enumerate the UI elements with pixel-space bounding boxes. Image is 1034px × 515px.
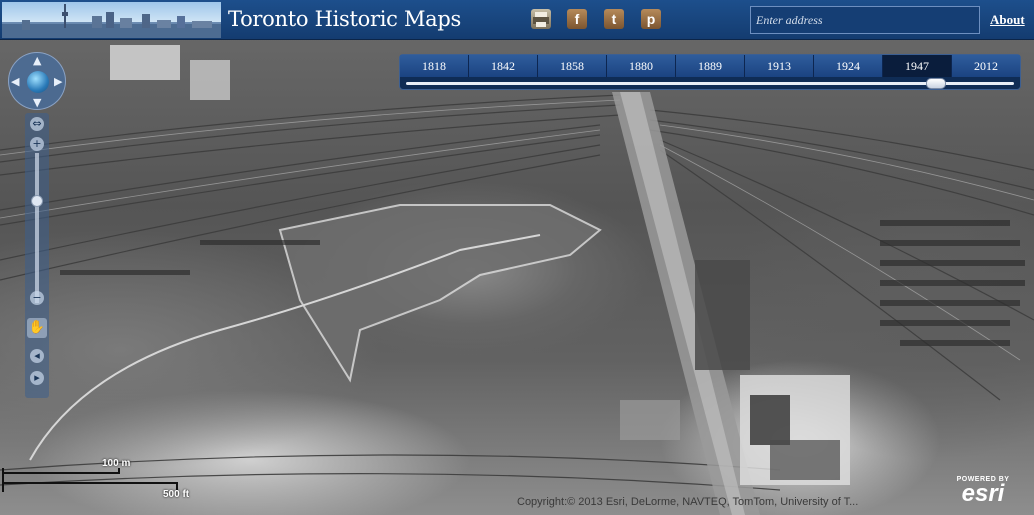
previous-extent-icon[interactable]: ◂ [30, 349, 44, 363]
scale-metric-line [2, 472, 120, 474]
year-tab-2012[interactable]: 2012 [952, 55, 1020, 77]
about-link[interactable]: About [990, 12, 1025, 28]
scale-bar: 100 m 500 ft [0, 458, 200, 503]
esri-brand: esri [961, 480, 1005, 507]
year-timeline: 1818 1842 1858 1880 1889 1913 1924 1947 … [399, 54, 1021, 90]
twitter-icon[interactable]: t [604, 9, 624, 29]
hand-pan-icon[interactable]: ✋ [27, 318, 47, 338]
timeline-slider-track[interactable] [406, 82, 1014, 85]
pan-left-icon[interactable]: ◀ [11, 75, 19, 88]
year-tab-1889[interactable]: 1889 [676, 55, 745, 77]
year-tab-1842[interactable]: 1842 [469, 55, 538, 77]
year-tab-1913[interactable]: 1913 [745, 55, 814, 77]
pinterest-icon[interactable]: p [641, 9, 661, 29]
printer-glyph [533, 12, 549, 27]
zoom-handle[interactable] [31, 195, 43, 207]
skyline-logo [2, 2, 221, 38]
globe-icon[interactable] [27, 71, 49, 93]
year-tab-1818[interactable]: 1818 [400, 55, 469, 77]
address-search-input[interactable] [750, 6, 980, 34]
pan-down-icon[interactable]: ▼ [33, 96, 41, 109]
facebook-icon[interactable]: f [567, 9, 587, 29]
scale-tick-left [2, 468, 4, 492]
scale-metric-label: 100 m [102, 458, 131, 469]
page-title: Toronto Historic Maps [228, 7, 462, 31]
scale-imperial-line [2, 482, 178, 484]
pan-right-icon[interactable]: ▶ [54, 75, 62, 88]
skyline-graphic [2, 4, 221, 38]
pan-up-icon[interactable]: ▲ [33, 54, 41, 67]
scale-imperial-label: 500 ft [163, 489, 190, 500]
year-tab-1924[interactable]: 1924 [814, 55, 883, 77]
zoom-rail[interactable] [35, 153, 39, 303]
scale-tick-metric [118, 468, 120, 474]
year-tab-1858[interactable]: 1858 [538, 55, 607, 77]
pan-control[interactable]: ▲ ▼ ◀ ▶ [8, 52, 66, 110]
zoom-plus-icon[interactable]: + [30, 137, 44, 151]
year-tab-1880[interactable]: 1880 [607, 55, 676, 77]
zoom-in-icon[interactable]: ⇔ [30, 117, 44, 131]
app-header: Toronto Historic Maps f t p About [0, 0, 1034, 40]
esri-logo[interactable]: POWERED BY esri [943, 476, 1023, 510]
copyright-text: Copyright:© 2013 Esri, DeLorme, NAVTEQ, … [517, 496, 859, 508]
timeline-slider-handle[interactable] [926, 78, 946, 89]
zoom-slider[interactable]: ⇔ + − ✋ ◂ ▸ [25, 113, 49, 398]
zoom-minus-icon[interactable]: − [30, 291, 44, 305]
printer-icon[interactable] [531, 9, 551, 29]
year-tabs: 1818 1842 1858 1880 1889 1913 1924 1947 … [400, 55, 1020, 77]
year-tab-1947[interactable]: 1947 [883, 55, 952, 77]
next-extent-icon[interactable]: ▸ [30, 371, 44, 385]
